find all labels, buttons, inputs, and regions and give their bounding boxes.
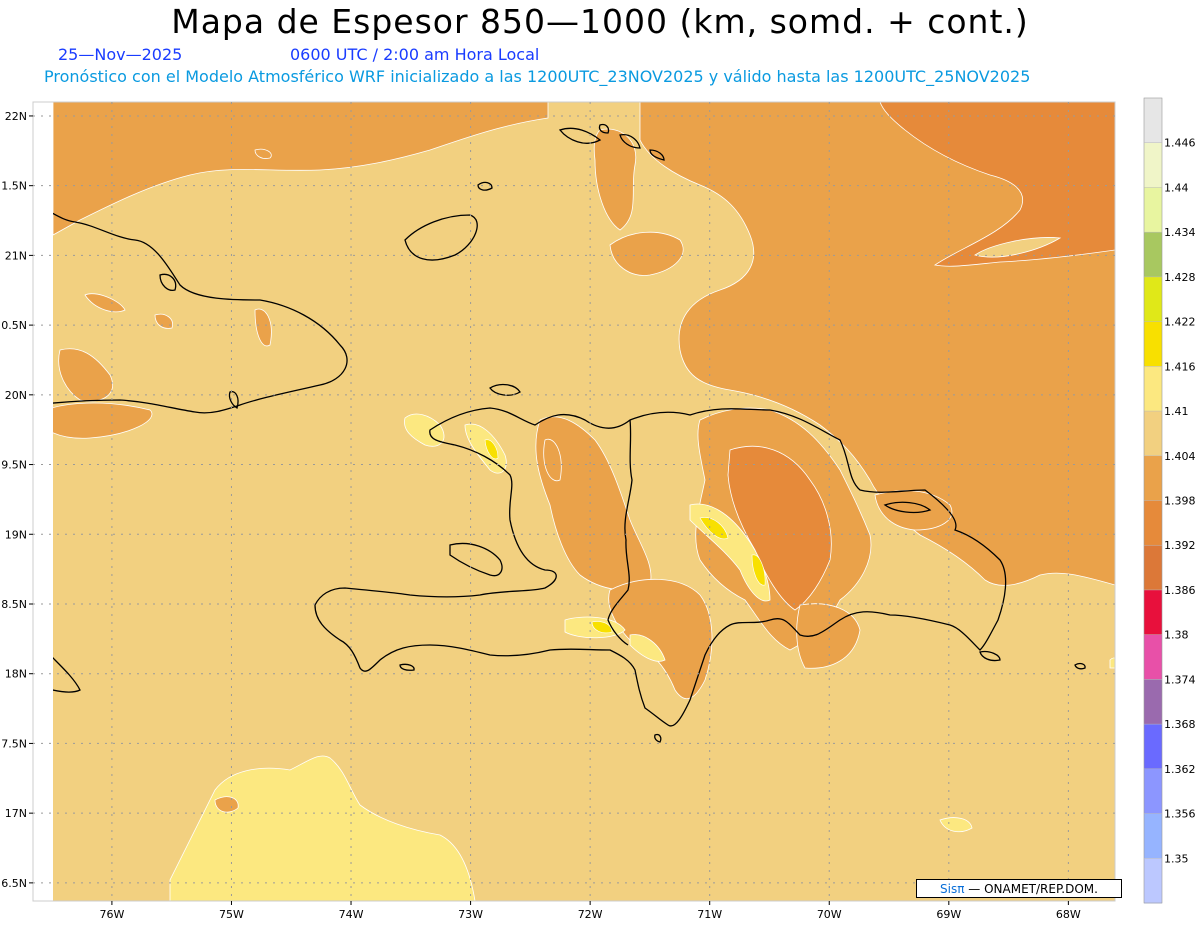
lat-label: 22N	[5, 110, 27, 123]
legend-swatch	[1144, 813, 1162, 859]
legend-label: 1.38	[1164, 629, 1189, 642]
legend-swatch	[1144, 545, 1162, 591]
legend-label: 1.416	[1164, 360, 1196, 373]
lon-label: 73W	[458, 908, 483, 921]
legend-swatch	[1144, 679, 1162, 725]
credit-box: Sisπ — ONAMET/REP.DOM.	[916, 879, 1122, 898]
legend-swatch	[1144, 187, 1162, 233]
lat-label: 0.5N	[1, 319, 27, 332]
legend-label: 1.434	[1164, 226, 1196, 239]
credit-text: — ONAMET/REP.DOM.	[968, 882, 1098, 896]
legend-swatch	[1144, 724, 1162, 770]
lon-label: 72W	[578, 908, 603, 921]
legend-swatch	[1144, 634, 1162, 680]
lat-label: 1.5N	[1, 180, 27, 193]
legend-swatch	[1144, 98, 1162, 144]
lon-label: 71W	[697, 908, 722, 921]
lat-label: 20N	[5, 389, 27, 402]
legend-swatch	[1144, 366, 1162, 412]
legend-label: 1.368	[1164, 718, 1196, 731]
legend-swatch	[1144, 455, 1162, 501]
color-legend: 1.446 1.44 1.434 1.428 1.422 1.416 1.41 1.404 1.…	[1143, 97, 1196, 904]
legend-swatch	[1144, 768, 1162, 815]
thickness-map: 22N 1.5N 21N 0.5N 20N 9.5N 19N 8.5N 18N 7.5N 17N 6.…	[1, 97, 1196, 921]
legend-label: 1.404	[1164, 450, 1196, 463]
legend-swatch	[1144, 142, 1162, 188]
lon-label: 69W	[936, 908, 961, 921]
lat-label: 19N	[5, 528, 27, 541]
latitude-labels: 22N 1.5N 21N 0.5N 20N 9.5N 19N 8.5N 18N 7.5N 17N 6.…	[1, 110, 27, 890]
legend-label: 1.356	[1164, 808, 1196, 821]
legend-swatch	[1144, 500, 1162, 546]
lon-label: 68W	[1056, 908, 1081, 921]
legend-label: 1.392	[1164, 539, 1196, 552]
longitude-labels: 76W 75W 74W 73W 72W 71W 70W 69W 68W	[99, 908, 1080, 921]
legend-swatch	[1144, 321, 1162, 367]
legend-label: 1.428	[1164, 271, 1196, 284]
lon-label: 70W	[817, 908, 842, 921]
lon-label: 74W	[339, 908, 364, 921]
lat-label: 9.5N	[1, 459, 27, 472]
legend-label: 1.398	[1164, 495, 1196, 508]
legend-label: 1.362	[1164, 763, 1196, 776]
legend-label: 1.446	[1164, 137, 1196, 150]
legend-swatch	[1144, 232, 1162, 278]
lat-label: 6.5N	[1, 877, 27, 890]
lon-label: 75W	[219, 908, 244, 921]
legend-label: 1.35	[1164, 852, 1189, 865]
legend-label: 1.374	[1164, 673, 1196, 686]
lat-label: 18N	[5, 668, 27, 681]
thickness-field	[53, 102, 1115, 901]
legend-label: 1.422	[1164, 316, 1196, 329]
lat-label: 8.5N	[1, 598, 27, 611]
lat-label: 21N	[5, 249, 27, 262]
lon-label: 76W	[99, 908, 124, 921]
sispi-logo: Sisπ	[940, 882, 965, 896]
legend-label: 1.386	[1164, 584, 1196, 597]
legend-swatch	[1144, 411, 1162, 457]
legend-swatch	[1144, 276, 1162, 323]
legend-label: 1.41	[1164, 405, 1189, 418]
lat-label: 7.5N	[1, 737, 27, 750]
legend-swatch	[1144, 589, 1162, 636]
legend-swatch	[1144, 858, 1162, 904]
lat-label: 17N	[5, 807, 27, 820]
legend-label: 1.44	[1164, 181, 1189, 194]
